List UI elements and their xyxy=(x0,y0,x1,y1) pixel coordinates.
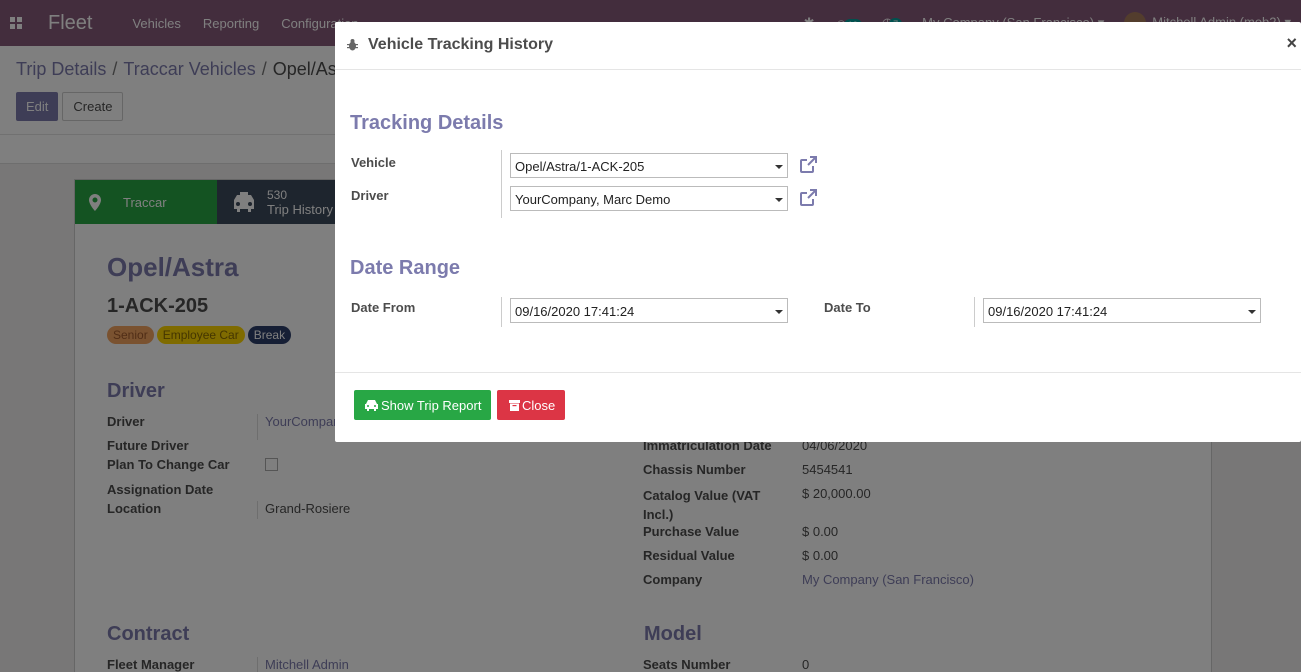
date-from-value: 09/16/2020 17:41:24 xyxy=(515,304,635,319)
show-trip-report-button[interactable]: Show Trip Report xyxy=(354,390,492,420)
date-to-value: 09/16/2020 17:41:24 xyxy=(988,304,1108,319)
modal-header: Vehicle Tracking History × xyxy=(335,22,1301,70)
field-label-date-to: Date To xyxy=(824,300,871,315)
car-icon xyxy=(365,400,378,411)
section-date-range: Date Range xyxy=(350,257,461,279)
external-link-icon[interactable] xyxy=(798,188,818,208)
divider xyxy=(501,297,502,327)
driver-select-value: YourCompany, Marc Demo xyxy=(515,192,671,207)
show-trip-report-label: Show Trip Report xyxy=(381,397,482,413)
divider xyxy=(501,150,502,218)
modal-footer: Show Trip Report Close xyxy=(335,372,1301,442)
vehicle-select[interactable]: Opel/Astra/1-ACK-205 xyxy=(510,153,788,178)
vehicle-tracking-history-dialog: Vehicle Tracking History × Tracking Deta… xyxy=(335,22,1301,442)
bug-icon xyxy=(347,39,358,51)
vehicle-select-value: Opel/Astra/1-ACK-205 xyxy=(515,159,645,174)
chevron-down-icon xyxy=(775,165,783,169)
section-tracking-details: Tracking Details xyxy=(350,112,504,134)
chevron-down-icon xyxy=(775,310,783,314)
close-button[interactable]: Close xyxy=(497,390,566,420)
modal-title: Vehicle Tracking History xyxy=(368,36,553,53)
driver-select[interactable]: YourCompany, Marc Demo xyxy=(510,186,788,211)
close-label: Close xyxy=(522,397,556,413)
field-label-driver: Driver xyxy=(351,188,389,203)
chevron-down-icon xyxy=(1248,310,1256,314)
close-icon[interactable]: × xyxy=(1286,33,1297,54)
field-label-vehicle: Vehicle xyxy=(351,155,396,170)
date-from-input[interactable]: 09/16/2020 17:41:24 xyxy=(510,298,788,323)
external-link-icon[interactable] xyxy=(798,155,818,175)
date-to-input[interactable]: 09/16/2020 17:41:24 xyxy=(983,298,1261,323)
chevron-down-icon xyxy=(775,198,783,202)
field-label-date-from: Date From xyxy=(351,300,416,315)
divider xyxy=(974,297,975,327)
archive-icon xyxy=(509,399,520,411)
